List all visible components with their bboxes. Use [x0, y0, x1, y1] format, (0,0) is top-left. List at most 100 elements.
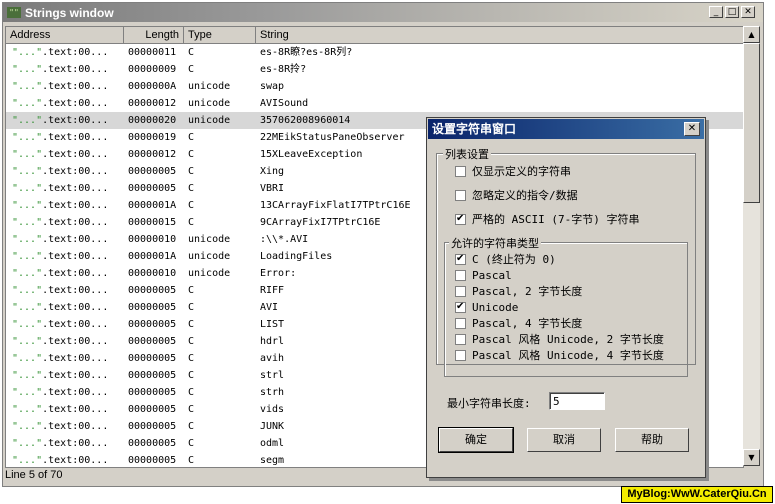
- type-cell: unicode: [188, 234, 231, 245]
- address-cell: "...".text:00...: [12, 98, 109, 109]
- string-type-option[interactable]: Pascal 风格 Unicode, 4 字节长度: [455, 349, 664, 363]
- type-cell: C: [188, 217, 195, 228]
- vertical-scrollbar[interactable]: ▲ ▼: [743, 26, 760, 466]
- address-cell: "...".text:00...: [12, 455, 109, 466]
- table-row[interactable]: "...".text:00... 00000011 Ces-8R瞭?es-8R列?: [6, 44, 743, 61]
- type-cell: unicode: [188, 115, 231, 126]
- title-bar[interactable]: "" Strings window _ □ ✕: [3, 3, 763, 22]
- close-button[interactable]: ✕: [741, 6, 755, 18]
- minimize-button[interactable]: _: [709, 6, 723, 18]
- string-icon: "...": [12, 166, 43, 177]
- string-types-label: 允许的字符串类型: [449, 235, 541, 251]
- type-cell: C: [188, 166, 195, 177]
- address-cell: "...".text:00...: [12, 149, 109, 160]
- type-cell: C: [188, 285, 195, 296]
- length-cell: 00000005: [128, 387, 177, 398]
- length-cell: 00000010: [128, 268, 177, 279]
- string-cell: es-8R拎?: [260, 64, 307, 75]
- checkbox-icon[interactable]: [455, 190, 466, 201]
- length-cell: 00000005: [128, 319, 177, 330]
- option-strict-ascii[interactable]: 严格的 ASCII (7-字节) 字符串: [455, 212, 639, 227]
- min-length-label: 最小字符串长度:: [447, 397, 531, 410]
- address-cell: "...".text:00...: [12, 64, 109, 75]
- string-icon: "...": [12, 98, 43, 109]
- string-icon: "...": [12, 319, 43, 330]
- list-settings-label: 列表设置: [443, 146, 491, 162]
- checkbox-icon[interactable]: [455, 212, 466, 226]
- checkbox-icon[interactable]: [455, 286, 466, 297]
- string-icon: "...": [12, 251, 43, 262]
- maximize-button[interactable]: □: [725, 6, 739, 18]
- option-ignore-defined[interactable]: 忽略定义的指令/数据: [455, 189, 578, 203]
- string-type-option[interactable]: Pascal 风格 Unicode, 2 字节长度: [455, 333, 664, 347]
- string-type-option[interactable]: Pascal: [455, 269, 512, 283]
- checkbox-icon[interactable]: [455, 300, 466, 314]
- string-icon: "...": [12, 217, 43, 228]
- string-type-option[interactable]: C (终止符为 0): [455, 252, 556, 267]
- string-icon: "...": [12, 81, 43, 92]
- checkbox-icon[interactable]: [455, 166, 466, 177]
- length-cell: 00000005: [128, 353, 177, 364]
- help-button[interactable]: 帮助: [615, 428, 689, 452]
- type-cell: C: [188, 132, 195, 143]
- checkbox-icon[interactable]: [455, 270, 466, 281]
- length-cell: 0000001A: [128, 200, 177, 211]
- length-cell: 00000012: [128, 149, 177, 160]
- type-cell: unicode: [188, 268, 231, 279]
- column-length[interactable]: Length: [124, 27, 184, 43]
- column-address[interactable]: Address: [6, 27, 124, 43]
- window-title: Strings window: [25, 6, 114, 20]
- cancel-button[interactable]: 取消: [527, 428, 601, 452]
- string-cell: AVISound: [260, 98, 309, 109]
- address-cell: "...".text:00...: [12, 234, 109, 245]
- string-type-option[interactable]: Pascal, 2 字节长度: [455, 285, 582, 299]
- ok-button[interactable]: 确定: [438, 427, 514, 453]
- address-cell: "...".text:00...: [12, 319, 109, 330]
- option-defined-only[interactable]: 仅显示定义的字符串: [455, 165, 571, 179]
- length-cell: 00000010: [128, 234, 177, 245]
- length-cell: 00000011: [128, 47, 177, 58]
- scroll-thumb[interactable]: [743, 43, 760, 203]
- type-cell: C: [188, 353, 195, 364]
- length-cell: 00000005: [128, 370, 177, 381]
- type-cell: C: [188, 47, 195, 58]
- type-cell: C: [188, 387, 195, 398]
- checkbox-icon[interactable]: [455, 318, 466, 329]
- type-cell: C: [188, 404, 195, 415]
- string-icon: "...": [12, 455, 43, 466]
- address-cell: "...".text:00...: [12, 81, 109, 92]
- scroll-up-icon[interactable]: ▲: [743, 26, 760, 43]
- dialog-close-button[interactable]: ✕: [684, 122, 700, 136]
- column-header: Address Length Type String: [6, 27, 743, 44]
- length-cell: 00000005: [128, 404, 177, 415]
- type-cell: C: [188, 421, 195, 432]
- column-type[interactable]: Type: [184, 27, 256, 43]
- string-icon: "...": [12, 421, 43, 432]
- table-row[interactable]: "...".text:00... 00000012 unicode AVISound: [6, 95, 743, 112]
- checkbox-icon[interactable]: [455, 334, 466, 345]
- type-cell: unicode: [188, 81, 231, 92]
- dialog-title-text: 设置字符串窗口: [432, 122, 517, 136]
- type-cell: C: [188, 200, 195, 211]
- address-cell: "...".text:00...: [12, 166, 109, 177]
- column-string[interactable]: String: [256, 27, 743, 43]
- address-cell: "...".text:00...: [12, 200, 109, 211]
- checkbox-icon[interactable]: [455, 252, 466, 266]
- string-icon: "...": [12, 132, 43, 143]
- table-row[interactable]: "...".text:00... 00000009 Ces-8R拎?: [6, 61, 743, 78]
- dialog-title: 设置字符串窗口 ✕: [428, 119, 704, 139]
- min-length-input[interactable]: 5: [549, 392, 605, 410]
- address-cell: "...".text:00...: [12, 336, 109, 347]
- string-icon: "...": [12, 268, 43, 279]
- string-type-option[interactable]: Unicode: [455, 300, 518, 315]
- address-cell: "...".text:00...: [12, 132, 109, 143]
- string-type-option[interactable]: Pascal, 4 字节长度: [455, 317, 582, 331]
- type-cell: unicode: [188, 98, 231, 109]
- string-settings-dialog: 设置字符串窗口 ✕ 列表设置 仅显示定义的字符串 忽略定义的指令/数据 严格的 …: [426, 117, 706, 478]
- length-cell: 0000001A: [128, 251, 177, 262]
- checkbox-icon[interactable]: [455, 350, 466, 361]
- type-cell: C: [188, 149, 195, 160]
- table-row[interactable]: "...".text:00... 0000000A unicode swap: [6, 78, 743, 95]
- address-cell: "...".text:00...: [12, 404, 109, 415]
- scroll-down-icon[interactable]: ▼: [743, 449, 760, 466]
